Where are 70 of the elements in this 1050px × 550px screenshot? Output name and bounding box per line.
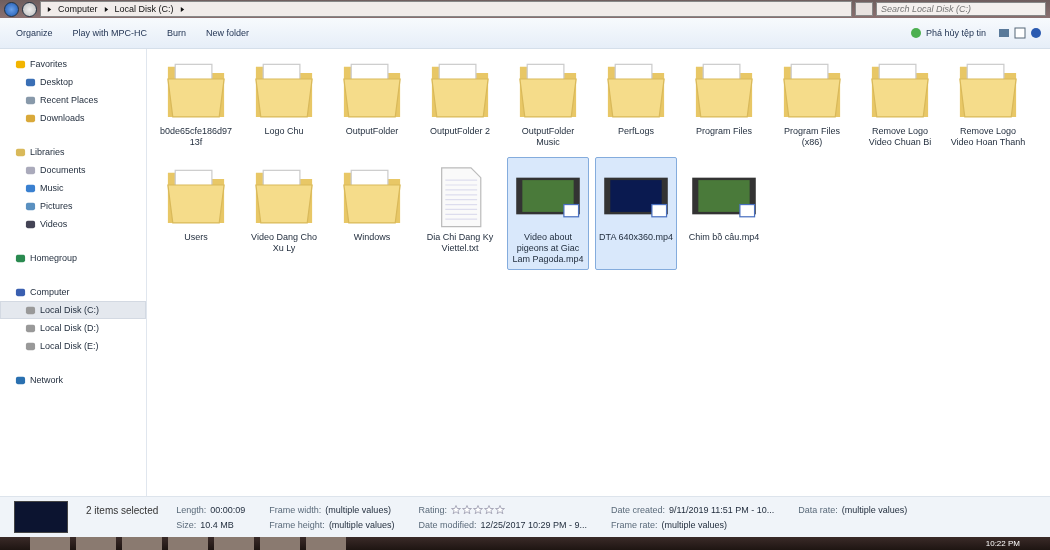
file-item[interactable]: Video about pigeons at Giac Lam Pagoda.mp4 (507, 157, 589, 270)
sidebar-item[interactable]: Homegroup (0, 249, 146, 267)
sidebar-item[interactable]: Pictures (0, 197, 146, 215)
sidebar-item[interactable]: Local Disk (D:) (0, 319, 146, 337)
property-label: Data rate: (798, 504, 838, 515)
property-value: (multiple values) (841, 504, 908, 515)
chevron-icon[interactable] (103, 6, 109, 12)
property-value: 12/25/2017 10:29 PM - 9... (480, 519, 587, 530)
sidebar-item[interactable]: Favorites (0, 55, 146, 73)
file-item[interactable]: b0de65cfe186d97 13f (155, 51, 237, 153)
toolbar-button[interactable]: Phá hủy tệp tin (901, 24, 994, 42)
property-value: 10.4 MB (200, 519, 234, 530)
file-item[interactable]: DTA 640x360.mp4 (595, 157, 677, 270)
file-item[interactable]: Chim bồ câu.mp4 (683, 157, 765, 270)
file-item[interactable]: Dia Chi Dang Ky Viettel.txt (419, 157, 501, 270)
back-button[interactable] (4, 1, 19, 17)
sidebar-item[interactable]: Music (0, 179, 146, 197)
file-item[interactable]: Program Files (x86) (771, 51, 853, 153)
file-item[interactable]: Windows (331, 157, 413, 270)
file-item[interactable]: OutputFolder 2 (419, 51, 501, 153)
sidebar-item[interactable]: Computer (0, 283, 146, 301)
sidebar-item[interactable]: Recent Places (0, 91, 146, 109)
property-value: 00:00:09 (210, 504, 246, 515)
property-label: Length: (176, 504, 207, 515)
selection-summary: 2 items selected (86, 505, 159, 516)
clock: 10:22 PM (985, 539, 1020, 548)
breadcrumb[interactable]: Local Disk (C:) (114, 4, 174, 14)
property-label: Date created: (611, 504, 666, 515)
file-item[interactable]: Remove Logo Video Hoan Thanh (947, 51, 1029, 153)
sidebar-item[interactable]: Documents (0, 161, 146, 179)
preview-pane-icon[interactable] (1014, 27, 1026, 39)
file-item[interactable]: Logo Chu (243, 51, 325, 153)
file-item[interactable]: PerfLogs (595, 51, 677, 153)
video-thumbnail (14, 501, 68, 533)
search-field[interactable]: Search Local Disk (C:) (876, 2, 1046, 16)
property-value: (multiple values) (325, 504, 391, 515)
property-label: Date modified: (418, 519, 477, 530)
address-bar[interactable]: Computer Local Disk (C:) (40, 1, 852, 17)
sidebar-item[interactable]: Videos (0, 215, 146, 233)
toolbar-button[interactable]: Play with MPC-HC (64, 25, 156, 41)
sidebar-item[interactable]: Local Disk (E:) (0, 337, 146, 355)
property-value: (multiple values) (661, 519, 728, 530)
file-item[interactable]: Video Dang Cho Xu Ly (243, 157, 325, 270)
property-label: Size: (176, 519, 197, 530)
toolbar-button[interactable]: Organize (8, 25, 61, 41)
property-label: Frame width: (269, 504, 322, 515)
chevron-icon[interactable] (179, 6, 185, 12)
sidebar-item[interactable]: Desktop (0, 73, 146, 91)
property-label: Frame height: (269, 519, 325, 530)
chevron-icon[interactable] (47, 6, 52, 12)
sidebar-item[interactable]: Libraries (0, 143, 146, 161)
file-item[interactable]: Remove Logo Video Chuan Bi (859, 51, 941, 153)
forward-button[interactable] (22, 1, 37, 17)
sidebar-item[interactable]: Network (0, 371, 146, 389)
toolbar-button[interactable]: New folder (198, 25, 258, 41)
rating-stars[interactable] (450, 504, 505, 515)
sidebar-item[interactable]: Downloads (0, 109, 146, 127)
refresh-button[interactable] (855, 2, 873, 16)
property-value: (multiple values) (328, 519, 395, 530)
view-icon[interactable] (998, 27, 1010, 39)
file-item[interactable]: Program Files (683, 51, 765, 153)
property-label: Frame rate: (611, 519, 658, 530)
file-item[interactable]: Users (155, 157, 237, 270)
toolbar-button[interactable]: Burn (159, 25, 195, 41)
property-value: 9/11/2019 11:51 PM - 10... (669, 504, 775, 515)
breadcrumb[interactable]: Computer (58, 4, 98, 14)
sidebar-item[interactable]: Local Disk (C:) (0, 301, 146, 319)
property-label: Rating: (418, 504, 447, 515)
file-item[interactable]: OutputFolder (331, 51, 413, 153)
file-item[interactable]: OutputFolder Music (507, 51, 589, 153)
